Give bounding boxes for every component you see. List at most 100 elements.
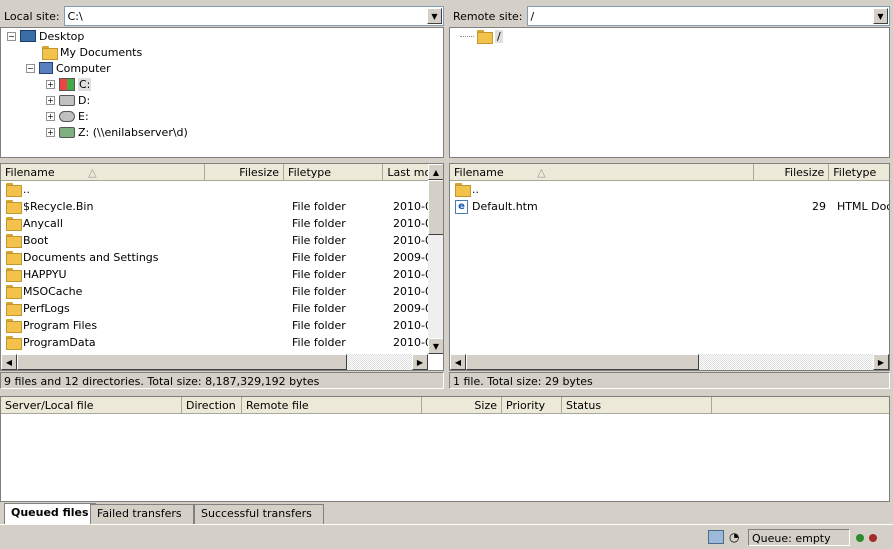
scroll-up-icon[interactable]: ▲ bbox=[428, 164, 443, 180]
tree-item-desktop[interactable]: − Desktop bbox=[7, 28, 84, 44]
file-type: File folder bbox=[292, 234, 346, 247]
col-header-status[interactable]: Status bbox=[562, 397, 712, 413]
tree-item-remote-root[interactable]: / bbox=[460, 28, 503, 44]
divider bbox=[0, 524, 893, 525]
local-tree[interactable]: − Desktop My Documents − Computer + C: +… bbox=[0, 27, 444, 158]
table-row[interactable]: Anycall File folder 2010-0 bbox=[1, 215, 429, 232]
scroll-right-icon[interactable]: ▶ bbox=[873, 354, 889, 370]
col-header-server-local-file[interactable]: Server/Local file bbox=[1, 397, 182, 413]
sort-asc-icon: △ bbox=[88, 166, 97, 179]
scroll-left-icon[interactable]: ◀ bbox=[1, 354, 17, 370]
file-type: File folder bbox=[292, 319, 346, 332]
tree-label: E: bbox=[78, 109, 89, 123]
remote-site-combo[interactable]: / ▼ bbox=[526, 6, 890, 26]
tree-label: Desktop bbox=[39, 29, 85, 43]
col-header-filetype[interactable]: Filetype bbox=[829, 164, 889, 180]
collapse-icon[interactable]: − bbox=[7, 31, 16, 41]
file-type: File folder bbox=[292, 217, 346, 230]
col-header-filename[interactable]: Filename △ bbox=[450, 164, 754, 180]
remote-path-dropdown-icon[interactable]: ▼ bbox=[873, 8, 888, 24]
table-row[interactable]: Documents and Settings File folder 2009-0 bbox=[1, 249, 429, 266]
file-date: 2010-0 bbox=[393, 217, 429, 230]
local-site-combo[interactable]: C:\ ▼ bbox=[63, 6, 444, 26]
col-header-filetype[interactable]: Filetype bbox=[284, 164, 384, 180]
local-file-list[interactable]: Filename △ Filesize Filetype Last mo .. $… bbox=[0, 163, 444, 371]
local-hscroll-thumb[interactable] bbox=[17, 354, 347, 370]
table-row[interactable]: PerfLogs File folder 2009-0 bbox=[1, 300, 429, 317]
network-drive-icon bbox=[59, 126, 75, 138]
file-name: Anycall bbox=[23, 217, 63, 230]
remote-file-list[interactable]: Filename △ Filesize Filetype .. e Default.… bbox=[449, 163, 890, 371]
col-header-remote-file[interactable]: Remote file bbox=[242, 397, 422, 413]
tree-item-drive-d[interactable]: + D: bbox=[46, 92, 90, 108]
file-date: 2010-0 bbox=[393, 234, 429, 247]
local-path-value[interactable]: C:\ bbox=[68, 10, 83, 23]
local-hscroll[interactable]: ◀ ▶ bbox=[1, 354, 428, 370]
documents-icon bbox=[41, 45, 58, 60]
scroll-left-icon[interactable]: ◀ bbox=[450, 354, 466, 370]
col-header-priority[interactable]: Priority bbox=[502, 397, 562, 413]
file-name: MSOCache bbox=[23, 285, 83, 298]
remote-hscroll-thumb[interactable] bbox=[466, 354, 699, 370]
local-site-label: Local site: bbox=[4, 9, 60, 23]
file-name: $Recycle.Bin bbox=[23, 200, 94, 213]
recv-led-icon bbox=[856, 534, 864, 542]
remote-path-value[interactable]: / bbox=[531, 10, 535, 23]
col-header-filesize[interactable]: Filesize bbox=[205, 164, 285, 180]
file-name: .. bbox=[23, 183, 30, 196]
sort-asc-icon: △ bbox=[537, 166, 546, 179]
remote-list-header: Filename △ Filesize Filetype bbox=[450, 164, 889, 181]
tree-item-drive-z[interactable]: + Z: (\\enilabserver\d) bbox=[46, 124, 188, 140]
folder-icon bbox=[476, 29, 493, 44]
table-row[interactable]: ProgramData File folder 2010-0 bbox=[1, 334, 429, 351]
table-row[interactable]: Program Files File folder 2010-0 bbox=[1, 317, 429, 334]
expand-icon[interactable]: + bbox=[46, 79, 55, 89]
file-type: File folder bbox=[292, 200, 346, 213]
tree-label: My Documents bbox=[60, 45, 143, 59]
folder-icon bbox=[5, 251, 22, 265]
tab-successful-transfers[interactable]: Successful transfers bbox=[194, 504, 324, 524]
scroll-down-icon[interactable]: ▼ bbox=[428, 338, 443, 354]
table-row[interactable]: HAPPYU File folder 2010-0 bbox=[1, 266, 429, 283]
local-vscroll[interactable]: ▲ ▼ bbox=[428, 164, 443, 354]
file-date: 2009-0 bbox=[393, 251, 429, 264]
folder-icon bbox=[5, 200, 22, 214]
file-type: File folder bbox=[292, 285, 346, 298]
tab-failed-transfers[interactable]: Failed transfers bbox=[90, 504, 194, 524]
expand-icon[interactable]: + bbox=[46, 95, 55, 105]
remote-hscroll[interactable]: ◀ ▶ bbox=[450, 354, 889, 370]
send-led-icon bbox=[869, 534, 877, 542]
col-header-size[interactable]: Size bbox=[422, 397, 502, 413]
local-site-bar: Local site: C:\ ▼ bbox=[0, 5, 444, 27]
file-type: File folder bbox=[292, 251, 346, 264]
transfer-queue[interactable]: Server/Local file Direction Remote file … bbox=[0, 396, 890, 502]
folder-icon bbox=[5, 302, 22, 316]
collapse-icon[interactable]: − bbox=[26, 63, 35, 73]
table-row[interactable]: .. bbox=[1, 181, 429, 198]
expand-icon[interactable]: + bbox=[46, 127, 55, 137]
queue-status: Queue: empty bbox=[748, 529, 850, 546]
table-row[interactable]: MSOCache File folder 2010-0 bbox=[1, 283, 429, 300]
tree-item-drive-c[interactable]: + C: bbox=[46, 76, 92, 92]
table-row[interactable]: Boot File folder 2010-0 bbox=[1, 232, 429, 249]
table-row[interactable]: .. bbox=[450, 181, 889, 198]
local-vscroll-thumb[interactable] bbox=[428, 180, 443, 235]
tab-queued-files[interactable]: Queued files bbox=[4, 503, 96, 524]
tree-item-my-documents[interactable]: My Documents bbox=[41, 44, 142, 60]
table-row[interactable]: e Default.htm 29 HTML Docu bbox=[450, 198, 889, 215]
html-file-icon: e bbox=[455, 199, 468, 214]
file-type: HTML Docu bbox=[837, 200, 889, 213]
table-row[interactable]: $Recycle.Bin File folder 2010-0 bbox=[1, 198, 429, 215]
remote-tree[interactable]: / bbox=[449, 27, 890, 158]
local-path-dropdown-icon[interactable]: ▼ bbox=[427, 8, 442, 24]
scroll-right-icon[interactable]: ▶ bbox=[412, 354, 428, 370]
expand-icon[interactable]: + bbox=[46, 111, 55, 121]
col-header-direction[interactable]: Direction bbox=[182, 397, 242, 413]
speed-limit-icon[interactable]: ◔ bbox=[729, 530, 739, 544]
tree-item-computer[interactable]: − Computer bbox=[26, 60, 111, 76]
col-header-filename[interactable]: Filename △ bbox=[1, 164, 205, 180]
windows-drive-icon bbox=[59, 77, 75, 91]
server-list-icon[interactable] bbox=[708, 530, 724, 544]
tree-item-drive-e[interactable]: + E: bbox=[46, 108, 89, 124]
col-header-filesize[interactable]: Filesize bbox=[754, 164, 830, 180]
